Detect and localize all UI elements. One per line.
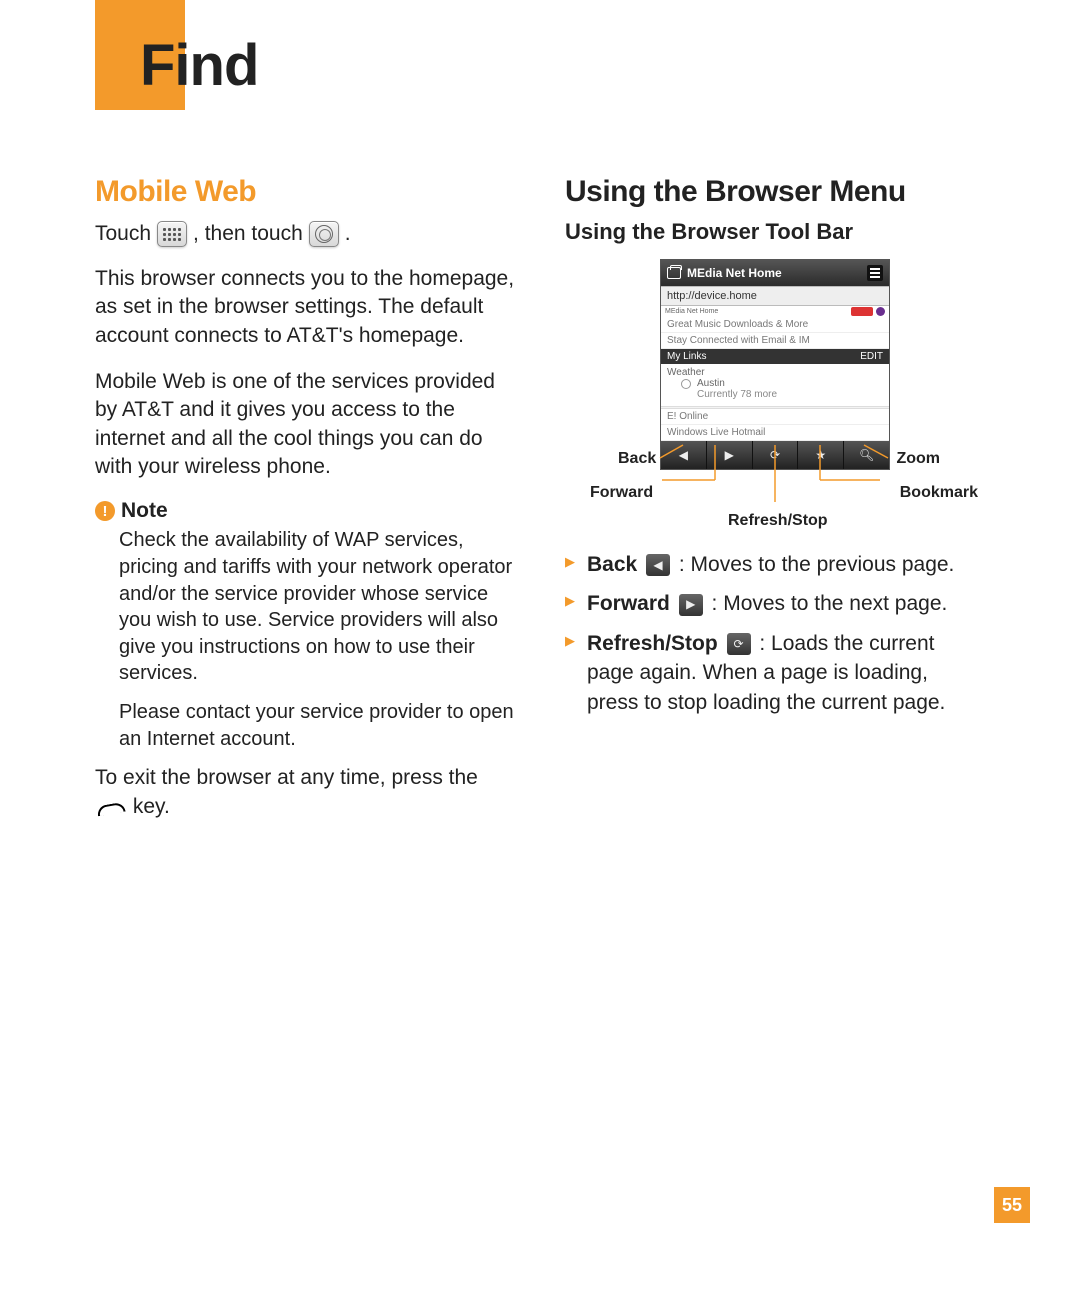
exit-instruction: To exit the browser at any time, press t… xyxy=(95,764,515,821)
weather-label: Weather xyxy=(667,367,883,378)
callout-back: Back xyxy=(618,450,656,468)
exit-pre: To exit the browser at any time, press t… xyxy=(95,766,478,789)
page-number: 55 xyxy=(994,1187,1030,1223)
paragraph-1: This browser connects you to the homepag… xyxy=(95,265,515,350)
paragraph-2: Mobile Web is one of the services provid… xyxy=(95,368,515,481)
section-heading-browser-menu: Using the Browser Menu xyxy=(565,175,985,209)
end-call-key-icon xyxy=(95,798,127,816)
callout-refresh: Refresh/Stop xyxy=(728,512,828,530)
toolbar-back-icon: ◀ xyxy=(661,441,707,469)
touch-instruction: Touch , then touch . xyxy=(95,221,515,247)
refresh-button-icon: ⟳ xyxy=(727,633,751,655)
phone-toolbar: ◀ ▶ ⟳ ★ 🔍︎ xyxy=(661,441,889,469)
note-info-icon: ! xyxy=(95,501,115,521)
phone-list-2: Windows Live Hotmail xyxy=(661,425,889,441)
back-button-icon: ◀ xyxy=(646,554,670,576)
def-refresh: Refresh/Stop ⟳ : Loads the current page … xyxy=(565,629,985,717)
yahoo-dot-icon xyxy=(876,307,885,316)
phone-header: MEdia Net Home xyxy=(661,260,889,286)
thin-left: MEdia Net Home xyxy=(665,308,718,315)
callout-forward: Forward xyxy=(590,484,653,502)
note-title: Note xyxy=(121,499,168,523)
phone-weather: Weather Austin Currently 78 more xyxy=(661,364,889,406)
browser-globe-icon xyxy=(309,221,339,247)
phone-line-1: Great Music Downloads & More xyxy=(661,317,889,333)
callout-zoom: Zoom xyxy=(896,450,940,468)
subsection-heading-toolbar: Using the Browser Tool Bar xyxy=(565,219,985,245)
left-column: Mobile Web Touch , then touch . This bro… xyxy=(95,175,515,839)
toolbar-definitions: Back ◀ : Moves to the previous page. For… xyxy=(565,550,985,717)
note-paragraph-1: Check the availability of WAP services, … xyxy=(119,527,515,687)
def-forward: Forward ▶ : Moves to the next page. xyxy=(565,589,985,618)
browser-screenshot: MEdia Net Home http://device.home MEdia … xyxy=(660,259,890,470)
note-paragraph-2: Please contact your service provider to … xyxy=(119,699,515,752)
phone-list-1: E! Online xyxy=(661,409,889,425)
page-title: Find xyxy=(140,32,258,99)
window-icon xyxy=(667,267,681,279)
band-left: My Links xyxy=(667,351,706,362)
menu-icon xyxy=(867,265,883,281)
toolbar-forward-icon: ▶ xyxy=(707,441,753,469)
right-column: Using the Browser Menu Using the Browser… xyxy=(565,175,985,839)
phone-band: My Links EDIT xyxy=(661,349,889,364)
band-right: EDIT xyxy=(860,351,883,362)
weather-city: Austin xyxy=(697,378,725,389)
toolbar-refresh-icon: ⟳ xyxy=(753,441,799,469)
def-back-label: Back xyxy=(587,553,637,576)
phone-line-2: Stay Connected with Email & IM xyxy=(661,333,889,349)
search-badge-icon xyxy=(851,307,873,316)
def-forward-text: : Moves to the next page. xyxy=(712,592,948,615)
note-header: ! Note xyxy=(95,499,515,523)
phone-url-bar: http://device.home xyxy=(661,286,889,306)
exit-post: key. xyxy=(133,795,170,818)
touch-mid: , then touch xyxy=(193,222,303,246)
forward-button-icon: ▶ xyxy=(679,594,703,616)
apps-grid-icon xyxy=(157,221,187,247)
def-back: Back ◀ : Moves to the previous page. xyxy=(565,550,985,579)
weather-currently: Currently 78 more xyxy=(697,389,883,400)
toolbar-bookmark-icon: ★ xyxy=(798,441,844,469)
def-refresh-label: Refresh/Stop xyxy=(587,632,718,655)
touch-pre: Touch xyxy=(95,222,151,246)
weather-gear-icon xyxy=(681,379,691,389)
toolbar-zoom-icon: 🔍︎ xyxy=(844,441,889,469)
def-back-text: : Moves to the previous page. xyxy=(679,553,955,576)
callout-bookmark: Bookmark xyxy=(900,484,978,502)
phone-thin-bar: MEdia Net Home xyxy=(661,306,889,317)
touch-post: . xyxy=(345,222,351,246)
def-forward-label: Forward xyxy=(587,592,670,615)
phone-title: MEdia Net Home xyxy=(687,266,782,280)
section-heading-mobile-web: Mobile Web xyxy=(95,175,515,209)
